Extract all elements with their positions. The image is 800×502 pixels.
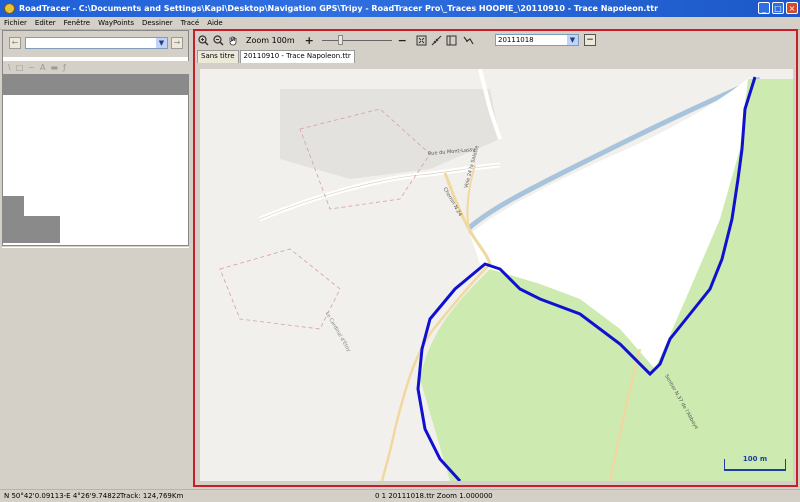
window-title: RoadTracer - C:\Documents and Settings\K… <box>19 4 659 13</box>
left-panel: ← ▼ → \ □ ~ A ▬ ƒ <box>2 30 193 246</box>
left-toolbar: ← ▼ → <box>3 31 188 57</box>
lower-left-panel <box>2 247 189 488</box>
zoom-minus-button[interactable]: − <box>396 34 409 47</box>
tab-trace-napoleon[interactable]: 20110910 - Trace Napoleon.ttr <box>239 50 355 63</box>
map-panel: Zoom 100m + − 20111018 ▼ − Sans titre 20… <box>193 29 798 487</box>
app-icon <box>4 3 15 14</box>
grey-block <box>3 216 60 243</box>
scale-bar: 100 m <box>724 455 786 471</box>
menu-trace[interactable]: Tracé <box>177 19 204 27</box>
menu-aide[interactable]: Aide <box>203 19 226 27</box>
measure-icon[interactable] <box>430 34 443 47</box>
title-bar: RoadTracer - C:\Documents and Settings\K… <box>0 0 800 17</box>
tab-sans-titre[interactable]: Sans titre <box>197 50 239 63</box>
panel-toggle-icon[interactable] <box>445 34 458 47</box>
remove-track-button[interactable]: − <box>584 34 596 46</box>
fill-tool-icon[interactable]: ▬ <box>50 63 58 72</box>
zoom-slider-thumb[interactable] <box>337 35 343 45</box>
draw-toolbar: \ □ ~ A ▬ ƒ <box>3 61 193 74</box>
chevron-down-icon[interactable]: ▼ <box>567 35 578 45</box>
fit-view-icon[interactable] <box>415 34 428 47</box>
minimize-button[interactable]: _ <box>758 2 770 14</box>
rect-tool-icon[interactable]: □ <box>16 63 24 72</box>
zoom-out-icon[interactable] <box>212 34 225 47</box>
close-button[interactable]: × <box>786 2 798 14</box>
grey-header-bar <box>3 74 188 95</box>
status-zoom: 0 1 20111018.ttr Zoom 1.000000 <box>375 492 493 500</box>
hand-pan-icon[interactable] <box>227 34 240 47</box>
zoom-slider-track <box>321 40 392 41</box>
line-tool-icon[interactable]: \ <box>8 63 11 72</box>
document-tabs: Sans titre 20110910 - Trace Napoleon.ttr <box>197 50 356 63</box>
map-view[interactable]: Rue du Mont-Lassy Chemin N.24 Voie 24 la… <box>200 69 793 481</box>
menu-waypoints[interactable]: WayPoints <box>94 19 138 27</box>
chevron-down-icon[interactable]: ▼ <box>156 38 167 48</box>
left-combo[interactable]: ▼ <box>25 37 168 49</box>
back-button[interactable]: ← <box>9 37 21 49</box>
menu-fenetre[interactable]: Fenêtre <box>60 19 94 27</box>
map-toolbar: Zoom 100m + − 20111018 ▼ − <box>195 31 796 49</box>
text-tool-icon[interactable]: A <box>40 63 45 72</box>
map-canvas[interactable] <box>200 69 793 481</box>
function-tool-icon[interactable]: ƒ <box>63 63 66 72</box>
curve-tool-icon[interactable]: ~ <box>28 63 35 72</box>
date-select[interactable]: 20111018 ▼ <box>495 34 579 46</box>
status-coords: N 50°42'0.09113-E 4°26'9.74822 <box>4 492 121 500</box>
status-bar: N 50°42'0.09113-E 4°26'9.74822 Track: 12… <box>0 489 800 502</box>
forward-button[interactable]: → <box>171 37 183 49</box>
zoom-level-label: Zoom 100m <box>246 35 295 45</box>
track-tool-icon[interactable] <box>462 34 475 47</box>
zoom-slider[interactable] <box>321 34 392 46</box>
menu-dessiner[interactable]: Dessiner <box>138 19 177 27</box>
status-track-length: Track: 124,769Km <box>120 492 184 500</box>
menu-editer[interactable]: Editer <box>31 19 60 27</box>
maximize-button[interactable]: □ <box>772 2 784 14</box>
menu-fichier[interactable]: Fichier <box>0 19 31 27</box>
scale-label: 100 m <box>742 455 768 463</box>
date-select-value: 20111018 <box>498 36 534 44</box>
zoom-in-icon[interactable] <box>197 34 210 47</box>
zoom-plus-button[interactable]: + <box>303 34 316 47</box>
